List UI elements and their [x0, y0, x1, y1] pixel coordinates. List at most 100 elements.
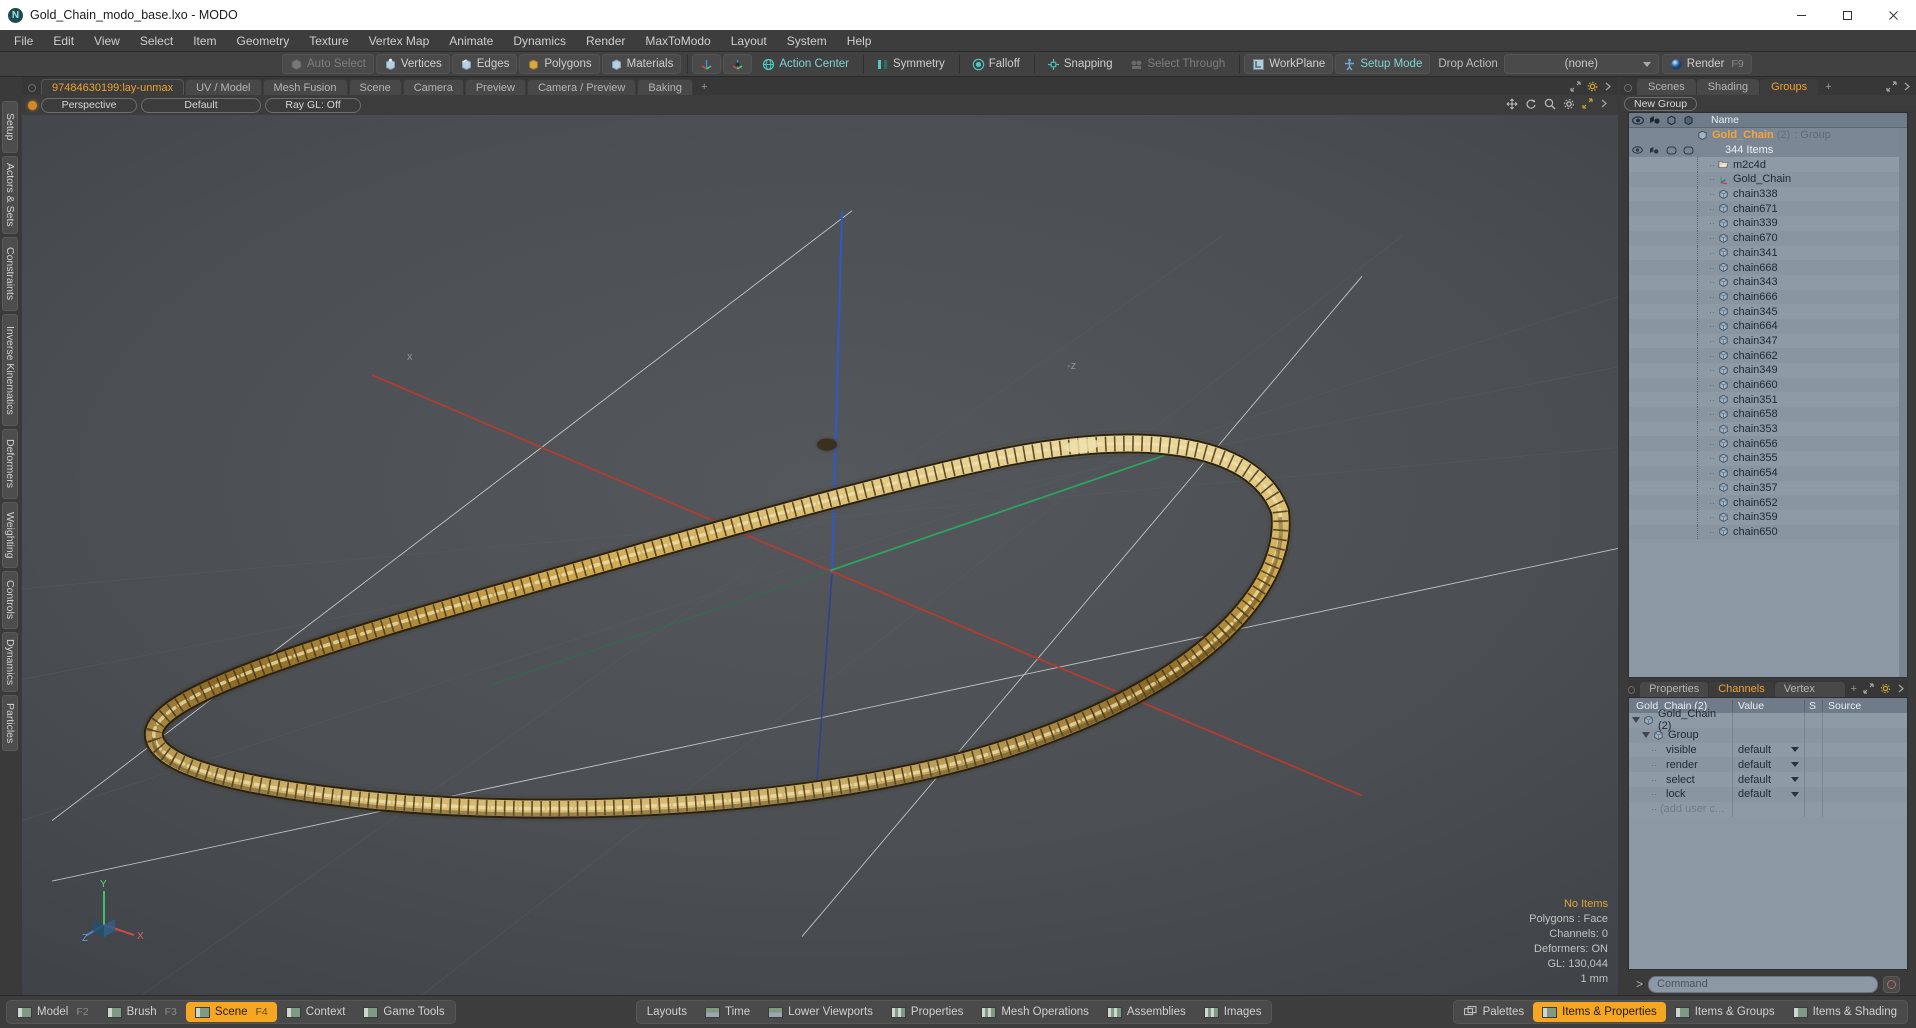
menu-edit[interactable]: Edit	[43, 30, 84, 52]
channels-tab-add[interactable]: +	[1846, 682, 1862, 697]
workplane-button[interactable]: WorkPlane	[1244, 54, 1334, 74]
rail-tab-weighting[interactable]: Weighting	[2, 502, 18, 568]
rail-tab-dynamics[interactable]: Dynamics	[2, 632, 18, 692]
chevron-right-icon[interactable]	[1604, 81, 1612, 95]
channel-value-cell[interactable]	[1733, 713, 1805, 728]
item-row-chain670[interactable]: ·· chain670	[1629, 230, 1907, 246]
menu-vertex-map[interactable]: Vertex Map	[359, 30, 440, 52]
minimize-button[interactable]	[1778, 0, 1824, 30]
tab-scenes[interactable]: Scenes	[1637, 79, 1696, 95]
item-row-chain345[interactable]: ·· chain345	[1629, 304, 1907, 319]
right-panel-expand-icon[interactable]	[1886, 81, 1897, 95]
action-center-button[interactable]: Action Center	[754, 54, 857, 74]
tab-groups[interactable]: Groups	[1760, 79, 1819, 95]
item-row-chain664[interactable]: ·· chain664	[1629, 318, 1907, 334]
channels-menu-icon[interactable]	[1628, 686, 1636, 694]
right-panel-menu-icon[interactable]	[1624, 84, 1632, 92]
viewport-raygl-toggle[interactable]: Ray GL: Off	[265, 97, 361, 113]
group-header-row[interactable]: Gold_Chain (2) : Group	[1629, 128, 1907, 143]
item-row-gold_chain[interactable]: ·· Gold_Chain	[1629, 172, 1907, 187]
channel-value-cell[interactable]	[1733, 727, 1805, 743]
channel-value-cell[interactable]: default	[1733, 742, 1805, 758]
axis-mode-a-button[interactable]	[692, 54, 722, 74]
viewport-tab-preview[interactable]: Preview	[464, 79, 526, 95]
channel-row-lock[interactable]: ·· lock default	[1629, 786, 1907, 802]
bottom-button-layouts[interactable]: Layouts	[638, 1002, 696, 1022]
sub-lock-checkbox[interactable]	[1680, 146, 1697, 155]
chevron-down-icon[interactable]	[1791, 762, 1799, 768]
viewport-tab-camera[interactable]: Camera	[402, 79, 464, 95]
bottom-button-mesh-operations[interactable]: Mesh Operations	[972, 1002, 1098, 1022]
item-row-chain654[interactable]: ·· chain654	[1629, 465, 1907, 481]
snapping-button[interactable]: Snapping	[1039, 54, 1121, 74]
rail-tab-controls[interactable]: Controls	[2, 571, 18, 629]
tab-properties[interactable]: Properties	[1640, 682, 1709, 697]
item-row-chain359[interactable]: ·· chain359	[1629, 509, 1907, 525]
expand-triangle-icon[interactable]	[1642, 732, 1650, 739]
right-panel-more-icon[interactable]	[1903, 81, 1911, 95]
polygons-button[interactable]: Polygons	[519, 54, 600, 74]
menu-view[interactable]: View	[84, 30, 130, 52]
bottom-button-items-properties[interactable]: Items & Properties	[1533, 1002, 1666, 1022]
bottom-button-items-shading[interactable]: Items & Shading	[1784, 1002, 1906, 1022]
menu-system[interactable]: System	[777, 30, 837, 52]
item-row-chain656[interactable]: ·· chain656	[1629, 436, 1907, 452]
item-row-chain658[interactable]: ·· chain658	[1629, 407, 1907, 422]
menu-maxtomodo[interactable]: MaxToModo	[635, 30, 720, 52]
rotate-icon[interactable]	[1525, 98, 1537, 113]
command-input[interactable]: Command	[1648, 975, 1878, 993]
edges-button[interactable]: Edges	[451, 54, 518, 74]
falloff-button[interactable]: Falloff	[964, 54, 1028, 74]
setup-mode-button[interactable]: Setup Mode	[1335, 54, 1431, 74]
sub-render-icon[interactable]	[1646, 146, 1663, 155]
item-row-chain347[interactable]: ·· chain347	[1629, 333, 1907, 349]
tab-shading[interactable]: Shading	[1696, 79, 1760, 95]
sub-visibility-icon[interactable]	[1629, 146, 1646, 155]
tab-channels[interactable]: Channels	[1709, 682, 1774, 697]
item-row-chain666[interactable]: ·· chain666	[1629, 289, 1907, 305]
axis-mode-b-button[interactable]	[723, 54, 753, 74]
item-row-chain339[interactable]: ·· chain339	[1629, 216, 1907, 231]
item-row-chain353[interactable]: ·· chain353	[1629, 421, 1907, 437]
maximize-button[interactable]	[1824, 0, 1870, 30]
right-panel-tab-add[interactable]: +	[1819, 79, 1837, 95]
rail-tab-actors-sets[interactable]: Actors & Sets	[2, 156, 18, 234]
auto-select-button[interactable]: Auto Select	[282, 54, 374, 74]
viewport-tab-mesh-fusion[interactable]: Mesh Fusion	[262, 79, 348, 95]
render-button[interactable]: Render F9	[1661, 54, 1752, 74]
item-row-chain343[interactable]: ·· chain343	[1629, 274, 1907, 290]
channel-row-group[interactable]: Group	[1629, 727, 1907, 743]
command-record-button[interactable]	[1883, 975, 1900, 993]
viewport-tab-baking[interactable]: Baking	[637, 79, 694, 95]
item-row-chain650[interactable]: ·· chain650	[1629, 524, 1907, 540]
item-row-chain671[interactable]: ·· chain671	[1629, 201, 1907, 217]
gear-icon[interactable]	[1587, 81, 1598, 95]
expand-triangle-icon[interactable]	[1632, 717, 1640, 724]
viewport-3d-canvas[interactable]: x -z Y X Z No Items Polygons: Face Chan…	[22, 115, 1618, 995]
channels-gear-icon[interactable]	[1880, 683, 1891, 697]
vertices-button[interactable]: Vertices	[375, 54, 450, 74]
menu-dynamics[interactable]: Dynamics	[503, 30, 576, 52]
bottom-button-scene[interactable]: Scene F4	[185, 1002, 277, 1022]
bottom-button-palettes[interactable]: Palettes	[1455, 1002, 1534, 1022]
item-row-m2c4d[interactable]: ·· m2c4d	[1629, 157, 1907, 173]
viewport-settings-icon[interactable]	[1563, 98, 1575, 113]
rail-tab-particles[interactable]: Particles	[2, 695, 18, 751]
menu-layout[interactable]: Layout	[721, 30, 777, 52]
viewport-tab-lay-unmax[interactable]: 97484630199:lay-unmax	[41, 79, 185, 95]
item-row-chain355[interactable]: ·· chain355	[1629, 451, 1907, 466]
close-button[interactable]	[1870, 0, 1916, 30]
menu-animate[interactable]: Animate	[439, 30, 503, 52]
rail-tab-setup[interactable]: Setup	[2, 101, 18, 153]
bottom-button-assemblies[interactable]: Assemblies	[1098, 1002, 1195, 1022]
channel-value-cell[interactable]	[1733, 801, 1805, 817]
viewport-tab-menu-icon[interactable]	[28, 84, 36, 92]
bottom-button-time[interactable]: Time	[696, 1002, 759, 1022]
chevron-down-icon[interactable]	[1791, 747, 1799, 753]
bottom-button-lower-viewports[interactable]: Lower Viewports	[759, 1002, 882, 1022]
item-row-chain349[interactable]: ·· chain349	[1629, 363, 1907, 378]
item-list-scrollbar[interactable]	[1899, 128, 1907, 677]
item-row-chain662[interactable]: ·· chain662	[1629, 348, 1907, 363]
viewport-axis-gizmo[interactable]: Y X Z	[82, 873, 152, 944]
channel-value-cell[interactable]: default	[1733, 786, 1805, 802]
